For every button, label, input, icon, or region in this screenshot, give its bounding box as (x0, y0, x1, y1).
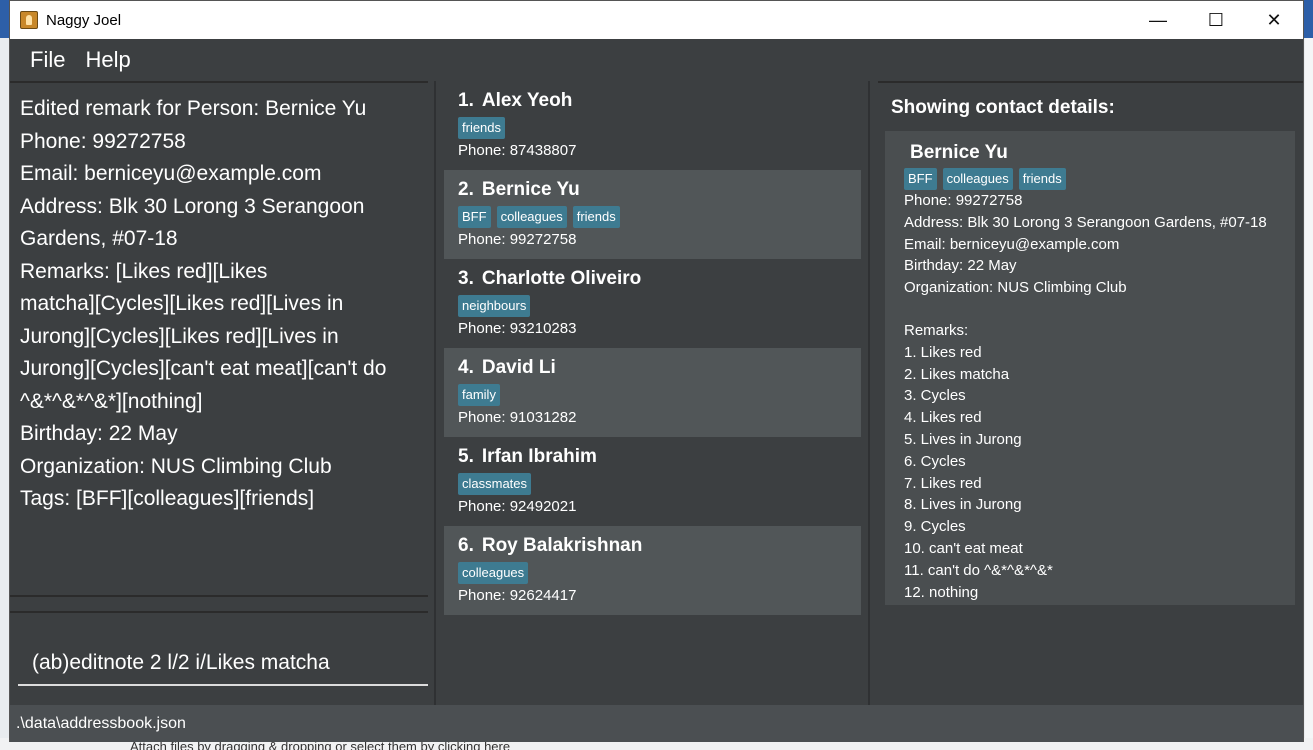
remark-item: 12. nothing (904, 583, 979, 601)
maximize-button[interactable]: ☐ (1187, 1, 1245, 39)
person-tags: friends (458, 117, 847, 139)
detail-name: Bernice Yu (910, 142, 1008, 163)
remark-item: 6. Cycles (904, 452, 966, 470)
menu-bar: File Help (10, 39, 1303, 81)
window-controls: — ☐ ✕ (1129, 1, 1303, 39)
remark-item: 11. can't do ^&*^&*^&* (904, 561, 1053, 579)
person-phone: Phone: 99272758 (458, 231, 577, 248)
person-card[interactable]: 3. Charlotte Oliveiro neighbours Phone: 932… (444, 259, 861, 348)
menu-file[interactable]: File (20, 47, 75, 73)
person-name: 2. Bernice Yu (458, 178, 847, 202)
tag-badge: BFF (904, 168, 937, 190)
tag-badge: friends (1018, 168, 1066, 190)
person-index: 3. (458, 268, 474, 289)
person-index: 2. (458, 179, 474, 200)
person-index: 1. (458, 90, 474, 111)
background-window-edge (1305, 38, 1313, 750)
person-index: 6. (458, 535, 474, 556)
tag-badge: colleagues (496, 206, 567, 228)
left-pane: Edited remark for Person: Bernice Yu Pho… (10, 81, 428, 705)
person-tags: neighbours (458, 295, 847, 317)
person-phone: Phone: 92492021 (458, 498, 577, 515)
remark-item: 4. Likes red (904, 409, 982, 427)
tag-badge: colleagues (942, 168, 1013, 190)
detail-address: Address: Blk 30 Lorong 3 Serangoon Garde… (904, 213, 1267, 231)
person-list: 1. Alex Yeoh friends Phone: 87438807 2. Berni… (436, 81, 868, 705)
detail-organization: Organization: NUS Climbing Club (904, 279, 1127, 297)
title-bar: Naggy Joel — ☐ ✕ (10, 1, 1303, 39)
window-title: Naggy Joel (46, 11, 122, 29)
person-phone: Phone: 92624417 (458, 587, 577, 604)
remark-item: 1. Likes red (904, 343, 982, 361)
detail-phone: Phone: 99272758 (904, 192, 1023, 209)
person-card[interactable]: 1. Alex Yeoh friends Phone: 87438807 (444, 81, 861, 170)
person-name: 5. Irfan Ibrahim (458, 445, 847, 469)
tag-badge: family (458, 384, 500, 406)
person-name-text: Roy Balakrishnan (481, 535, 643, 556)
details-header: Showing contact details: (891, 97, 1115, 118)
remark-item: 8. Lives in Jurong (904, 496, 1022, 514)
menu-help[interactable]: Help (75, 47, 140, 73)
tag-badge: classmates (458, 473, 532, 495)
command-input[interactable]: (ab)editnote 2 l/2 i/Likes matcha (18, 649, 428, 686)
person-name: 6. Roy Balakrishnan (458, 534, 847, 558)
tag-badge: colleagues (458, 562, 529, 584)
main-area: Edited remark for Person: Bernice Yu Pho… (10, 81, 1303, 705)
detail-birthday: Birthday: 22 May (904, 257, 1017, 275)
remark-item: 10. can't eat meat (904, 539, 1023, 557)
detail-tags: BFF colleagues friends (904, 168, 1276, 190)
contact-detail-card: Bernice Yu BFF colleagues friends Phone: 9… (885, 131, 1295, 605)
person-name: 3. Charlotte Oliveiro (458, 267, 847, 291)
person-name: 4. David Li (458, 356, 847, 380)
detail-remarks-label: Remarks: (904, 321, 969, 339)
person-name-text: Alex Yeoh (481, 90, 573, 111)
person-card[interactable]: 2. Bernice Yu BFF colleagues friends Phone: 9… (444, 170, 861, 259)
app-window: Naggy Joel — ☐ ✕ File Help Edited remark… (9, 0, 1304, 742)
person-tags: BFF colleagues friends (458, 206, 847, 228)
command-area: (ab)editnote 2 l/2 i/Likes matcha (10, 611, 428, 705)
person-name-text: Charlotte Oliveiro (481, 268, 642, 289)
remark-item: 5. Lives in Jurong (904, 430, 1022, 448)
tag-badge: friends (458, 117, 506, 139)
status-bar: .\data\addressbook.json (10, 705, 1303, 742)
person-tags: colleagues (458, 562, 847, 584)
pane-divider[interactable] (868, 81, 870, 705)
person-card[interactable]: 5. Irfan Ibrahim classmates Phone: 92492021 (444, 437, 861, 526)
remark-item: 9. Cycles (904, 518, 966, 536)
tag-badge: BFF (458, 206, 491, 228)
person-name: 1. Alex Yeoh (458, 89, 847, 113)
remark-item: 3. Cycles (904, 387, 966, 405)
remark-item: 7. Likes red (904, 474, 982, 492)
minimize-button[interactable]: — (1129, 1, 1187, 39)
app-icon (20, 11, 38, 29)
result-display: Edited remark for Person: Bernice Yu Pho… (10, 81, 428, 597)
person-index: 4. (458, 357, 474, 378)
person-name-text: Irfan Ibrahim (481, 446, 597, 467)
person-phone: Phone: 93210283 (458, 320, 577, 337)
contact-details-pane: Showing contact details: Bernice Yu BFF c… (878, 81, 1303, 705)
person-card[interactable]: 4. David Li family Phone: 91031282 (444, 348, 861, 437)
person-index: 5. (458, 446, 474, 467)
tag-badge: friends (572, 206, 620, 228)
person-tags: classmates (458, 473, 847, 495)
person-phone: Phone: 87438807 (458, 142, 577, 159)
person-tags: family (458, 384, 847, 406)
person-name-text: David Li (481, 357, 556, 378)
person-name-text: Bernice Yu (481, 179, 580, 200)
remark-item: 2. Likes matcha (904, 365, 1010, 383)
person-phone: Phone: 91031282 (458, 409, 577, 426)
close-button[interactable]: ✕ (1245, 1, 1303, 39)
detail-email: Email: berniceyu@example.com (904, 235, 1120, 253)
detail-remarks-list: 1. Likes red 2. Likes matcha 3. Cycles 4. L… (904, 342, 1276, 604)
person-card[interactable]: 6. Roy Balakrishnan colleagues Phone: 92624… (444, 526, 861, 615)
tag-badge: neighbours (458, 295, 531, 317)
